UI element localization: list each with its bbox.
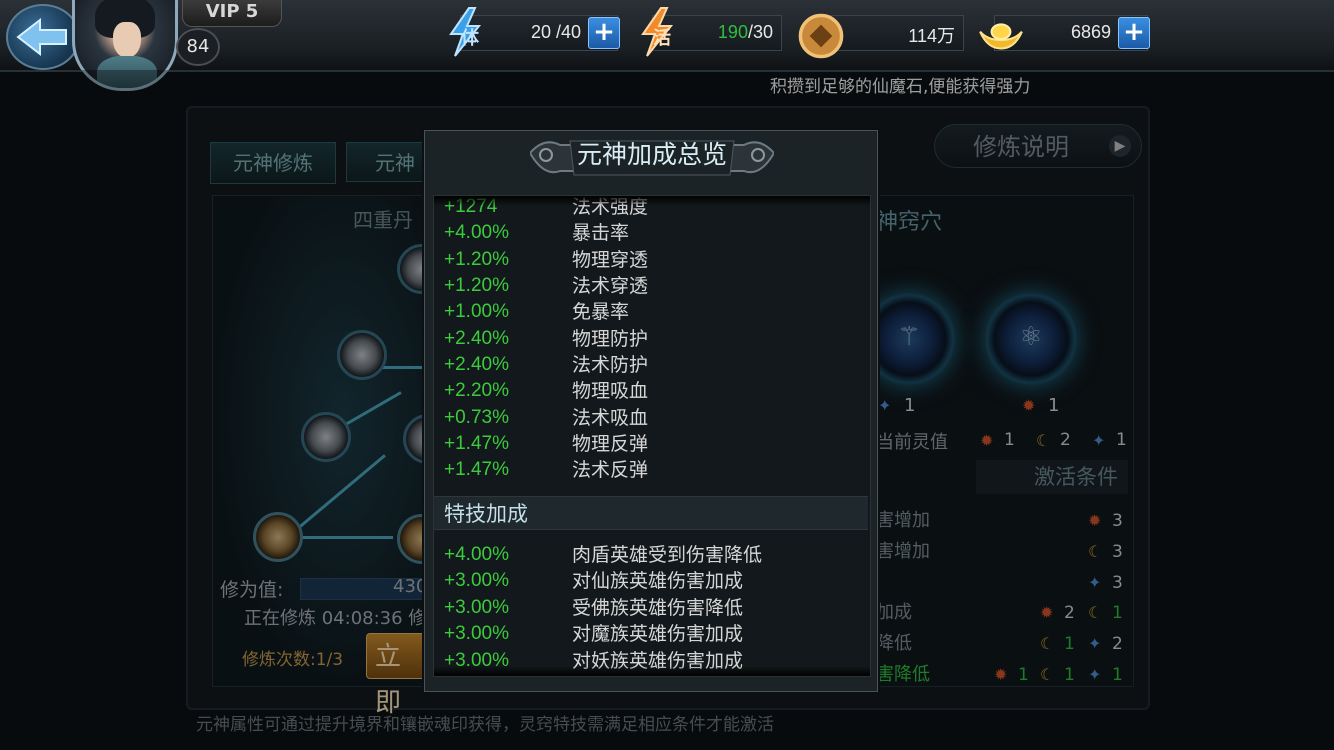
stat-value: +4.00% xyxy=(444,544,509,565)
add-ingots-button[interactable]: + xyxy=(1118,17,1150,49)
stat-value: +4.00% xyxy=(444,222,509,243)
vitality-icon-char: 活 xyxy=(653,28,671,49)
stat-row: +1.47% 法术反弹 xyxy=(434,457,870,483)
bonus-list[interactable]: +1274 法术强度 +4.00% 暴击率 +1.20% 物理穿透 +1.20%… xyxy=(433,195,871,677)
stat-name: 法术防护 xyxy=(572,354,649,376)
stat-name: 对仙族英雄伤害加成 xyxy=(572,570,744,592)
stat-value: +1.00% xyxy=(444,301,509,322)
stat-row: +1.47% 物理反弹 xyxy=(434,431,870,457)
stat-value: +3.00% xyxy=(444,623,509,644)
skill-stat-row: +3.00% 受佛族英雄伤害降低 xyxy=(434,595,870,621)
skill-stat-row: +3.00% 对仙族英雄伤害加成 xyxy=(434,568,870,594)
stat-name: 肉盾英雄受到伤害降低 xyxy=(572,544,763,566)
skill-stat-row: +4.00% 肉盾英雄受到伤害降低 xyxy=(434,542,870,568)
stat-name: 免暴率 xyxy=(572,301,630,323)
top-bar: VIP 5 84 体 20 /40 + 活 190/30 114万 6869 + xyxy=(0,0,1334,91)
stat-row: +2.40% 法术防护 xyxy=(434,352,870,378)
stat-row: +1.20% 物理穿透 xyxy=(434,247,870,273)
coins-value: 114万 xyxy=(908,26,955,46)
stat-name: 物理防护 xyxy=(572,328,649,350)
popup-header: 元神加成总览 xyxy=(530,131,774,183)
stat-row: +0.73% 法术吸血 xyxy=(434,405,870,431)
stat-value: +1.20% xyxy=(444,249,509,270)
scroll-shade-bottom xyxy=(434,666,870,676)
stamina-resource: 体 20 /40 + xyxy=(449,7,620,57)
vitality-resource: 活 190/30 xyxy=(641,7,782,57)
vitality-max: /30 xyxy=(747,22,773,42)
stat-value: +2.20% xyxy=(444,380,509,401)
stat-value: +1.47% xyxy=(444,433,509,454)
stat-row: +2.40% 物理防护 xyxy=(434,326,870,352)
stamina-icon-char: 体 xyxy=(461,28,479,49)
ingots-value: 6869 xyxy=(1070,22,1111,42)
stat-value: +0.73% xyxy=(444,407,509,428)
stat-value: +3.00% xyxy=(444,570,509,591)
stat-row: +1.20% 法术穿透 xyxy=(434,273,870,299)
scroll-shade-top xyxy=(434,196,870,206)
coin-icon xyxy=(798,13,844,59)
vitality-value: 190/30 xyxy=(718,22,773,43)
stat-name: 物理吸血 xyxy=(572,380,649,402)
popup-title: 元神加成总览 xyxy=(576,140,727,169)
add-stamina-button[interactable]: + xyxy=(588,17,620,49)
coins-resource: 114万 xyxy=(798,13,964,59)
stat-name: 法术反弹 xyxy=(572,459,649,481)
ingots-resource: 6869 + xyxy=(979,15,1150,51)
vip-badge: VIP 5 xyxy=(182,0,282,27)
bonus-overview-popup: 元神加成总览 +1274 法术强度 +4.00% 暴击率 +1.20% 物理穿透… xyxy=(424,130,878,692)
skill-bonus-section-header: 特技加成 xyxy=(434,496,868,530)
stat-row: +4.00% 暴击率 xyxy=(434,220,870,246)
stat-value: +1.20% xyxy=(444,275,509,296)
stat-name: 法术吸血 xyxy=(572,407,649,429)
stat-row: +2.20% 物理吸血 xyxy=(434,378,870,404)
back-button[interactable] xyxy=(6,4,80,70)
stat-name: 物理反弹 xyxy=(572,433,649,455)
stat-value: +2.40% xyxy=(444,328,509,349)
vitality-current: 190 xyxy=(717,22,748,42)
gold-ingot-icon xyxy=(979,23,1023,50)
player-level: 84 xyxy=(176,28,220,66)
stat-name: 暴击率 xyxy=(572,222,630,244)
back-arrow-icon xyxy=(16,18,67,56)
stat-name: 法术穿透 xyxy=(572,275,649,297)
stat-value: +2.40% xyxy=(444,354,509,375)
stamina-value: 20 /40 xyxy=(530,22,581,42)
skill-stat-row: +3.00% 对魔族英雄伤害加成 xyxy=(434,621,870,647)
stat-name: 物理穿透 xyxy=(572,249,649,271)
stat-name: 对魔族英雄伤害加成 xyxy=(572,623,744,645)
stat-value: +3.00% xyxy=(444,597,509,618)
stat-value: +1.47% xyxy=(444,459,509,480)
stat-row: +1.00% 免暴率 xyxy=(434,299,870,325)
stat-name: 受佛族英雄伤害降低 xyxy=(572,597,744,619)
